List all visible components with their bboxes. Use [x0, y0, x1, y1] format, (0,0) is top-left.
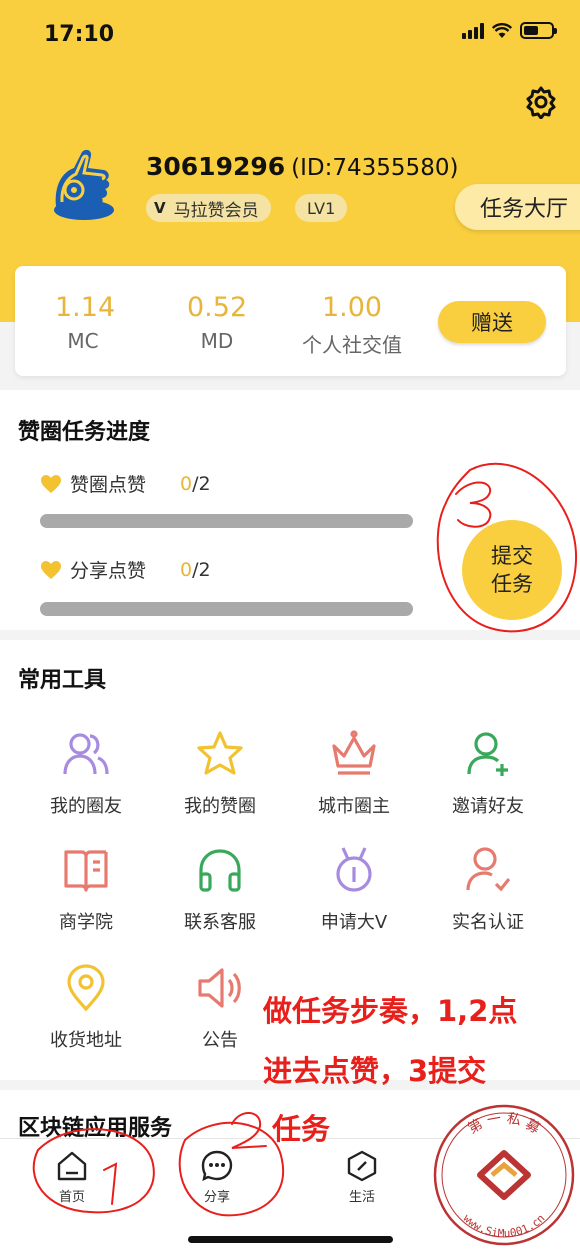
annotation-text-line2: 进去点赞，3提交: [263, 1054, 487, 1088]
tool-business-school[interactable]: 商学院: [31, 844, 141, 934]
tools-title: 常用工具: [18, 668, 107, 693]
signal-icon: [462, 22, 484, 39]
username-number: 30619296: [146, 152, 286, 181]
home-indicator: [188, 1236, 393, 1243]
vip-v-icon: V: [154, 199, 166, 217]
tool-label: 收货地址: [50, 1030, 122, 1051]
tab-share[interactable]: 分享: [187, 1149, 247, 1205]
social-label: 个人社交值: [302, 333, 402, 357]
tool-label: 商学院: [59, 912, 113, 933]
user-id: (ID:74355580): [291, 155, 459, 181]
submit-label-line1: 提交: [491, 544, 533, 568]
heart-icon: [41, 474, 61, 493]
life-icon: [347, 1150, 377, 1182]
tool-label: 联系客服: [184, 912, 256, 933]
tab-label: 分享: [203, 1190, 230, 1205]
tool-city-owner[interactable]: 城市圈主: [299, 728, 409, 818]
settings-gear-icon[interactable]: [524, 85, 558, 119]
annotation-text-line1: 做任务步奏，1,2点: [263, 994, 518, 1028]
tool-label: 公告: [202, 1030, 238, 1051]
stat-md: 0.52 MD: [187, 292, 247, 353]
tool-customer-service[interactable]: 联系客服: [165, 844, 275, 934]
task-row-like[interactable]: 赞圈点赞 0/2: [40, 470, 211, 497]
star-icon: [197, 731, 243, 775]
tab-life[interactable]: 生活: [332, 1149, 392, 1205]
md-value: 0.52: [187, 292, 248, 323]
home-icon: [57, 1151, 87, 1181]
tool-my-friends[interactable]: 我的圈友: [31, 728, 141, 818]
watermark-seal: 第 一 私 募 www.SiMu001.cn: [433, 1104, 575, 1246]
crown-icon: [332, 730, 376, 775]
verified-user-icon: [466, 847, 511, 892]
task-hall-button[interactable]: 任务大厅: [455, 184, 580, 230]
status-time: 17:10: [44, 22, 115, 47]
social-value: 1.00: [321, 292, 383, 323]
md-label: MD: [200, 329, 234, 353]
tool-announcement[interactable]: 公告: [165, 962, 275, 1052]
tool-label: 邀请好友: [452, 796, 524, 817]
add-user-icon: [467, 732, 508, 776]
stats-card: 1.14 MC 0.52 MD 1.00 个人社交值 赠送: [15, 266, 566, 376]
tool-apply-bigv[interactable]: 申请大V: [299, 844, 409, 934]
mc-value: 1.14: [55, 292, 116, 323]
task-progress-bar: [40, 514, 413, 528]
username: 30619296 (ID:74355580): [146, 152, 458, 181]
chat-icon: [201, 1150, 233, 1182]
task-row-share[interactable]: 分享点赞 0/2: [40, 556, 211, 583]
tab-label: 首页: [58, 1190, 85, 1205]
tool-label: 申请大V: [320, 912, 388, 933]
location-icon: [67, 964, 105, 1012]
medal-icon: [336, 847, 372, 892]
tab-home[interactable]: 首页: [42, 1149, 102, 1205]
tool-label: 实名认证: [452, 912, 524, 933]
book-icon: [64, 850, 108, 892]
friends-icon: [63, 733, 109, 775]
member-badge-label: 马拉赞会员: [173, 200, 259, 221]
tool-real-name[interactable]: 实名认证: [433, 844, 543, 934]
tool-label: 城市圈主: [318, 796, 390, 817]
submit-label-line2: 任务: [491, 572, 533, 596]
task-progress-title: 赞圈任务进度: [18, 420, 151, 445]
battery-icon: [520, 22, 557, 39]
avatar[interactable]: [48, 146, 120, 222]
stat-mc: 1.14 MC: [55, 292, 116, 353]
heart-icon: [41, 560, 61, 579]
tab-label: 生活: [348, 1190, 375, 1205]
tool-label: 我的圈友: [50, 796, 122, 817]
speaker-icon: [198, 968, 241, 1008]
wifi-icon: [492, 22, 512, 38]
submit-task-button[interactable]: 提交 任务: [462, 520, 562, 620]
tool-invite-friends[interactable]: 邀请好友: [433, 728, 543, 818]
task-count: 0/2: [180, 472, 211, 495]
member-badge: V 马拉赞会员: [146, 194, 271, 222]
annotation-task-word: 任务: [272, 1112, 331, 1146]
headphones-icon: [199, 849, 241, 892]
tool-label: 我的赞圈: [184, 796, 256, 817]
task-label: 赞圈点赞: [70, 474, 147, 496]
stat-social: 1.00 个人社交值: [295, 292, 409, 358]
task-count: 0/2: [180, 558, 211, 581]
gift-button[interactable]: 赠送: [438, 301, 546, 343]
level-badge: LV1: [295, 194, 348, 222]
task-label: 分享点赞: [70, 560, 147, 582]
status-icons: [462, 22, 557, 39]
mc-label: MC: [67, 329, 99, 353]
task-progress-bar: [40, 602, 413, 616]
tool-my-zanquan[interactable]: 我的赞圈: [165, 728, 275, 818]
tool-address[interactable]: 收货地址: [31, 962, 141, 1052]
